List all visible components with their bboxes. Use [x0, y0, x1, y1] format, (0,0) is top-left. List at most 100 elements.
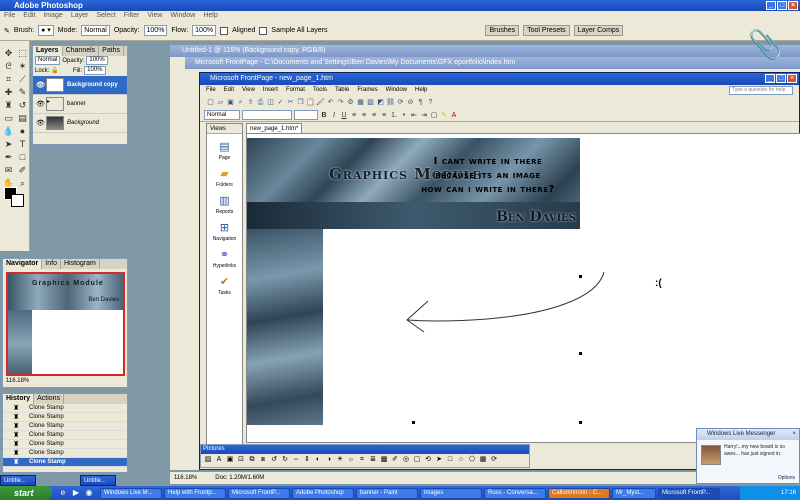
- style-select[interactable]: Normal: [204, 110, 240, 120]
- lock-icon[interactable]: 🔒: [51, 66, 58, 76]
- hyperlink-icon[interactable]: ⛓: [386, 98, 395, 107]
- menu-format[interactable]: Format: [286, 85, 305, 96]
- view-tasks[interactable]: ✔ Tasks: [207, 274, 242, 296]
- menu-window[interactable]: Window: [386, 85, 407, 96]
- menu-select[interactable]: Select: [96, 11, 115, 21]
- blur-tool-icon[interactable]: 💧: [2, 125, 15, 137]
- font-select[interactable]: [242, 110, 292, 120]
- help-icon[interactable]: ?: [426, 98, 435, 107]
- polygon-hotspot-icon[interactable]: ⬠: [467, 454, 477, 466]
- history-item[interactable]: ♜ Clone Stamp: [3, 431, 127, 440]
- bevel-icon[interactable]: ▢: [412, 454, 422, 466]
- taskbar-button[interactable]: Microsoft FrontP...: [228, 487, 290, 499]
- paste-icon[interactable]: 📋: [306, 98, 315, 107]
- increase-indent-icon[interactable]: ⇥: [420, 111, 428, 120]
- bullets-icon[interactable]: •: [400, 111, 408, 120]
- history-item[interactable]: ♜ Clone Stamp: [3, 458, 127, 467]
- web-component-icon[interactable]: ⚙: [346, 98, 355, 107]
- flow-input[interactable]: 100%: [192, 25, 217, 36]
- flip-vertical-icon[interactable]: ⇕: [302, 454, 312, 466]
- mode-select[interactable]: Normal: [81, 25, 110, 36]
- format-picture-icon[interactable]: ▩: [379, 454, 389, 466]
- borders-icon[interactable]: ▢: [430, 111, 438, 120]
- messenger-options-link[interactable]: Options: [778, 475, 795, 481]
- eye-icon[interactable]: 👁: [36, 119, 45, 127]
- undo-icon[interactable]: ↶: [326, 98, 335, 107]
- history-item[interactable]: ♜ Clone Stamp: [3, 449, 127, 458]
- notes-tool-icon[interactable]: ✉: [2, 164, 15, 176]
- start-button[interactable]: start: [0, 486, 52, 500]
- layer-row[interactable]: 👁 Background: [33, 114, 127, 133]
- status-zoom[interactable]: 116.18%: [174, 472, 197, 484]
- tab-histogram[interactable]: Histogram: [61, 259, 100, 269]
- frontpage-background-title[interactable]: Microsoft FrontPage - C:\Documents and S…: [185, 57, 800, 69]
- position-absolutely-icon[interactable]: ⊡: [236, 454, 246, 466]
- menu-edit[interactable]: Edit: [224, 85, 234, 96]
- close-icon[interactable]: ×: [792, 429, 796, 440]
- taskbar-button[interactable]: Help with Frontp...: [164, 487, 226, 499]
- save-icon[interactable]: ▣: [226, 98, 235, 107]
- align-center-icon[interactable]: ≡: [360, 111, 368, 120]
- tab-history[interactable]: History: [3, 394, 35, 404]
- text-icon[interactable]: A: [214, 454, 224, 466]
- more-brightness-icon[interactable]: ☀: [335, 454, 345, 466]
- circle-hotspot-icon[interactable]: ○: [456, 454, 466, 466]
- layer-row[interactable]: 👁 Background copy: [33, 76, 127, 95]
- clock[interactable]: 17:16: [781, 490, 796, 496]
- auto-thumbnail-icon[interactable]: ▣: [225, 454, 235, 466]
- menu-image[interactable]: Image: [43, 11, 62, 21]
- eyedropper-tool-icon[interactable]: ✐: [16, 164, 29, 176]
- underline-icon[interactable]: U: [340, 111, 348, 120]
- layer-opacity-input[interactable]: 100%: [86, 56, 108, 65]
- taskbar-button[interactable]: Windows Live M...: [100, 487, 162, 499]
- table-icon[interactable]: ▦: [356, 98, 365, 107]
- menu-window[interactable]: Window: [170, 11, 195, 21]
- close-button[interactable]: ×: [787, 74, 797, 83]
- menu-view[interactable]: View: [242, 85, 255, 96]
- tab-channels[interactable]: Channels: [63, 46, 100, 56]
- maximize-button[interactable]: □: [776, 74, 786, 83]
- slice-tool-icon[interactable]: ⟋: [16, 73, 29, 85]
- messenger-notification[interactable]: Windows Live Messenger × Harry!...my new…: [696, 428, 800, 484]
- insert-picture-icon[interactable]: ▨: [203, 454, 213, 466]
- publish-icon[interactable]: ⇪: [246, 98, 255, 107]
- select-icon[interactable]: ➤: [434, 454, 444, 466]
- zoom-tool-icon[interactable]: ⌕: [16, 177, 29, 189]
- eye-icon[interactable]: 👁: [36, 100, 45, 108]
- history-brush-tool-icon[interactable]: ↺: [16, 99, 29, 111]
- tab-paths[interactable]: Paths: [99, 46, 125, 56]
- font-size-select[interactable]: [294, 110, 318, 120]
- history-item[interactable]: ♜ Clone Stamp: [3, 440, 127, 449]
- menu-table[interactable]: Table: [335, 85, 349, 96]
- minimized-window[interactable]: Untitle...: [80, 475, 116, 486]
- close-button[interactable]: ×: [788, 1, 798, 10]
- taskbar-button[interactable]: Ross - Conversa...: [484, 487, 546, 499]
- cut-icon[interactable]: ✂: [286, 98, 295, 107]
- new-icon[interactable]: ▢: [206, 98, 215, 107]
- numbering-icon[interactable]: ⒈: [390, 111, 398, 120]
- tab-layers[interactable]: Layers: [33, 46, 63, 56]
- justify-icon[interactable]: ≡: [380, 111, 388, 120]
- taskbar-button[interactable]: images: [420, 487, 482, 499]
- eraser-tool-icon[interactable]: ▭: [2, 112, 15, 124]
- resample-icon[interactable]: ⟲: [423, 454, 433, 466]
- gradient-tool-icon[interactable]: ▤: [16, 112, 29, 124]
- less-contrast-icon[interactable]: ◑: [324, 454, 334, 466]
- menu-layer[interactable]: Layer: [71, 11, 89, 21]
- path-selection-tool-icon[interactable]: ➤: [2, 138, 15, 150]
- rectangle-hotspot-icon[interactable]: □: [445, 454, 455, 466]
- menu-frames[interactable]: Frames: [357, 85, 377, 96]
- format-painter-icon[interactable]: 🖌: [316, 98, 325, 107]
- tab-info[interactable]: Info: [42, 259, 61, 269]
- document-title[interactable]: Untitled-1 @ 116% (Background copy, RGB/…: [170, 45, 800, 57]
- opacity-input[interactable]: 100%: [143, 25, 168, 36]
- aligned-checkbox[interactable]: [220, 26, 229, 35]
- picture-icon[interactable]: ▨: [366, 98, 375, 107]
- set-transparent-color-icon[interactable]: ✐: [390, 454, 400, 466]
- marquee-tool-icon[interactable]: ⬚: [16, 47, 29, 59]
- bring-forward-icon[interactable]: ⧉: [247, 454, 257, 466]
- tab-navigator[interactable]: Navigator: [3, 259, 43, 269]
- eye-icon[interactable]: 👁: [36, 81, 45, 89]
- brush-tool-icon[interactable]: ✎: [16, 86, 29, 98]
- media-player-icon[interactable]: ▶: [71, 488, 81, 498]
